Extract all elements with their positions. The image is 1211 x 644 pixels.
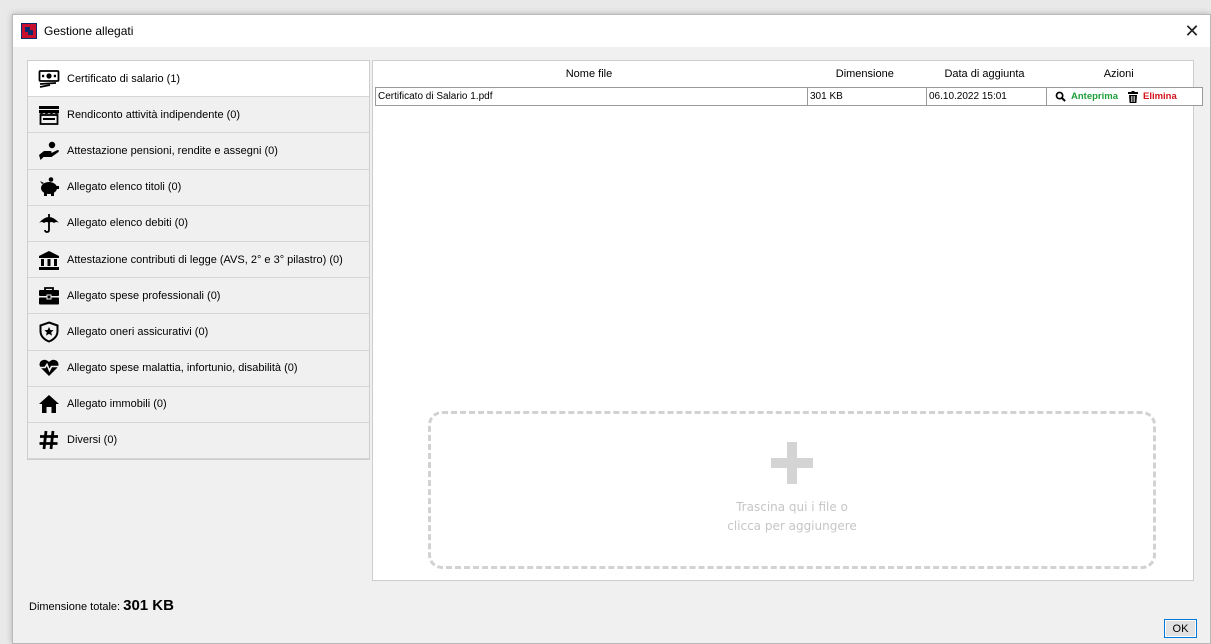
dropzone-text: Trascina qui i file o clicca per aggiung… [712, 498, 872, 536]
ok-button[interactable]: OK [1164, 619, 1197, 638]
money-bill-icon [38, 68, 60, 90]
sidebar-item-label: Rendiconto attività indipendente (0) [67, 108, 241, 121]
sidebar-item-spese-professionali[interactable]: Allegato spese professionali (0) [28, 278, 369, 315]
sidebar-item-label: Allegato spese malattia, infortunio, dis… [67, 362, 298, 375]
plus-icon [771, 442, 813, 484]
sidebar-item-contributi-legge[interactable]: Attestazione contributi di legge (AVS, 2… [28, 242, 369, 279]
dropzone-line-1: Trascina qui i file o [736, 500, 848, 514]
shield-star-icon [38, 321, 60, 343]
file-panel: Nome file Dimensione Data di aggiunta Az… [372, 60, 1203, 581]
preview-button[interactable]: Anteprima [1055, 91, 1118, 102]
sidebar-item-diversi[interactable]: Diversi (0) [28, 423, 369, 460]
sidebar-item-attestazione-pensioni[interactable]: Attestazione pensioni, rendite e assegni… [28, 133, 369, 170]
table-row[interactable]: Certificato di Salario 1.pdf 301 KB 06.1… [375, 87, 1203, 106]
column-header-dimensione[interactable]: Dimensione [805, 61, 925, 87]
column-header-data[interactable]: Data di aggiunta [925, 61, 1045, 87]
total-size-label: Dimensione totale: [29, 601, 121, 613]
umbrella-icon [38, 212, 60, 234]
sidebar-item-label: Certificato di salario (1) [67, 72, 181, 85]
sidebar-item-label: Allegato elenco titoli (0) [67, 181, 182, 194]
file-dropzone[interactable]: Trascina qui i file o clicca per aggiung… [428, 411, 1156, 569]
dropzone-line-2: clicca per aggiungere [727, 519, 857, 533]
category-list: Certificato di salario (1) Rendiconto at… [27, 60, 370, 460]
delete-label: Elimina [1142, 91, 1177, 102]
sidebar-item-label: Attestazione pensioni, rendite e assegni… [67, 144, 278, 157]
actions-cell: Anteprima Elimina [1047, 87, 1203, 106]
sidebar-item-oneri-assicurativi[interactable]: Allegato oneri assicurativi (0) [28, 314, 369, 351]
sidebar-item-elenco-debiti[interactable]: Allegato elenco debiti (0) [28, 206, 369, 242]
hashtag-icon [38, 429, 60, 451]
sidebar-item-certificato-salario[interactable]: Certificato di salario (1) [28, 61, 369, 98]
bank-icon [38, 249, 60, 271]
sidebar-item-immobili[interactable]: Allegato immobili (0) [28, 387, 369, 423]
hand-coin-icon [38, 140, 60, 162]
preview-label: Anteprima [1071, 91, 1118, 102]
column-header-nome-file[interactable]: Nome file [373, 61, 805, 87]
sidebar-item-rendiconto-attivita[interactable]: Rendiconto attività indipendente (0) [28, 97, 369, 134]
sidebar-item-spese-malattia[interactable]: Allegato spese malattia, infortunio, dis… [28, 351, 369, 387]
sidebar-item-label: Allegato oneri assicurativi (0) [67, 325, 209, 338]
house-icon [38, 393, 60, 415]
table-header: Nome file Dimensione Data di aggiunta Az… [373, 61, 1193, 87]
sidebar-item-label: Allegato elenco debiti (0) [67, 217, 189, 230]
sidebar-item-elenco-titoli[interactable]: Allegato elenco titoli (0) [28, 170, 369, 206]
close-button[interactable]: ✕ [1174, 15, 1210, 47]
briefcase-icon [38, 285, 60, 307]
heartbeat-icon [38, 357, 60, 379]
piggy-bank-icon [38, 176, 60, 198]
file-size-cell: 301 KB [808, 87, 927, 106]
title-bar: Gestione allegati ✕ [13, 15, 1210, 47]
window-title: Gestione allegati [44, 24, 134, 38]
sidebar-item-label: Allegato immobili (0) [67, 398, 167, 411]
column-header-azioni: Azioni [1103, 68, 1134, 80]
file-name-cell: Certificato di Salario 1.pdf [375, 87, 808, 106]
delete-button[interactable]: Elimina [1127, 90, 1177, 103]
trash-icon [1127, 90, 1138, 103]
total-size-value: 301 KB [123, 597, 174, 614]
storefront-icon [38, 104, 60, 126]
attachments-dialog: Gestione allegati ✕ Certificato di salar… [12, 14, 1211, 644]
magnifier-icon [1055, 91, 1066, 102]
total-size: Dimensione totale: 301 KB [29, 597, 174, 614]
app-logo-icon [21, 23, 37, 39]
sidebar-item-label: Attestazione contributi di legge (AVS, 2… [67, 253, 343, 266]
sidebar-item-label: Diversi (0) [67, 434, 118, 447]
file-date-cell: 06.10.2022 15:01 [927, 87, 1047, 106]
sidebar-item-label: Allegato spese professionali (0) [67, 289, 221, 302]
